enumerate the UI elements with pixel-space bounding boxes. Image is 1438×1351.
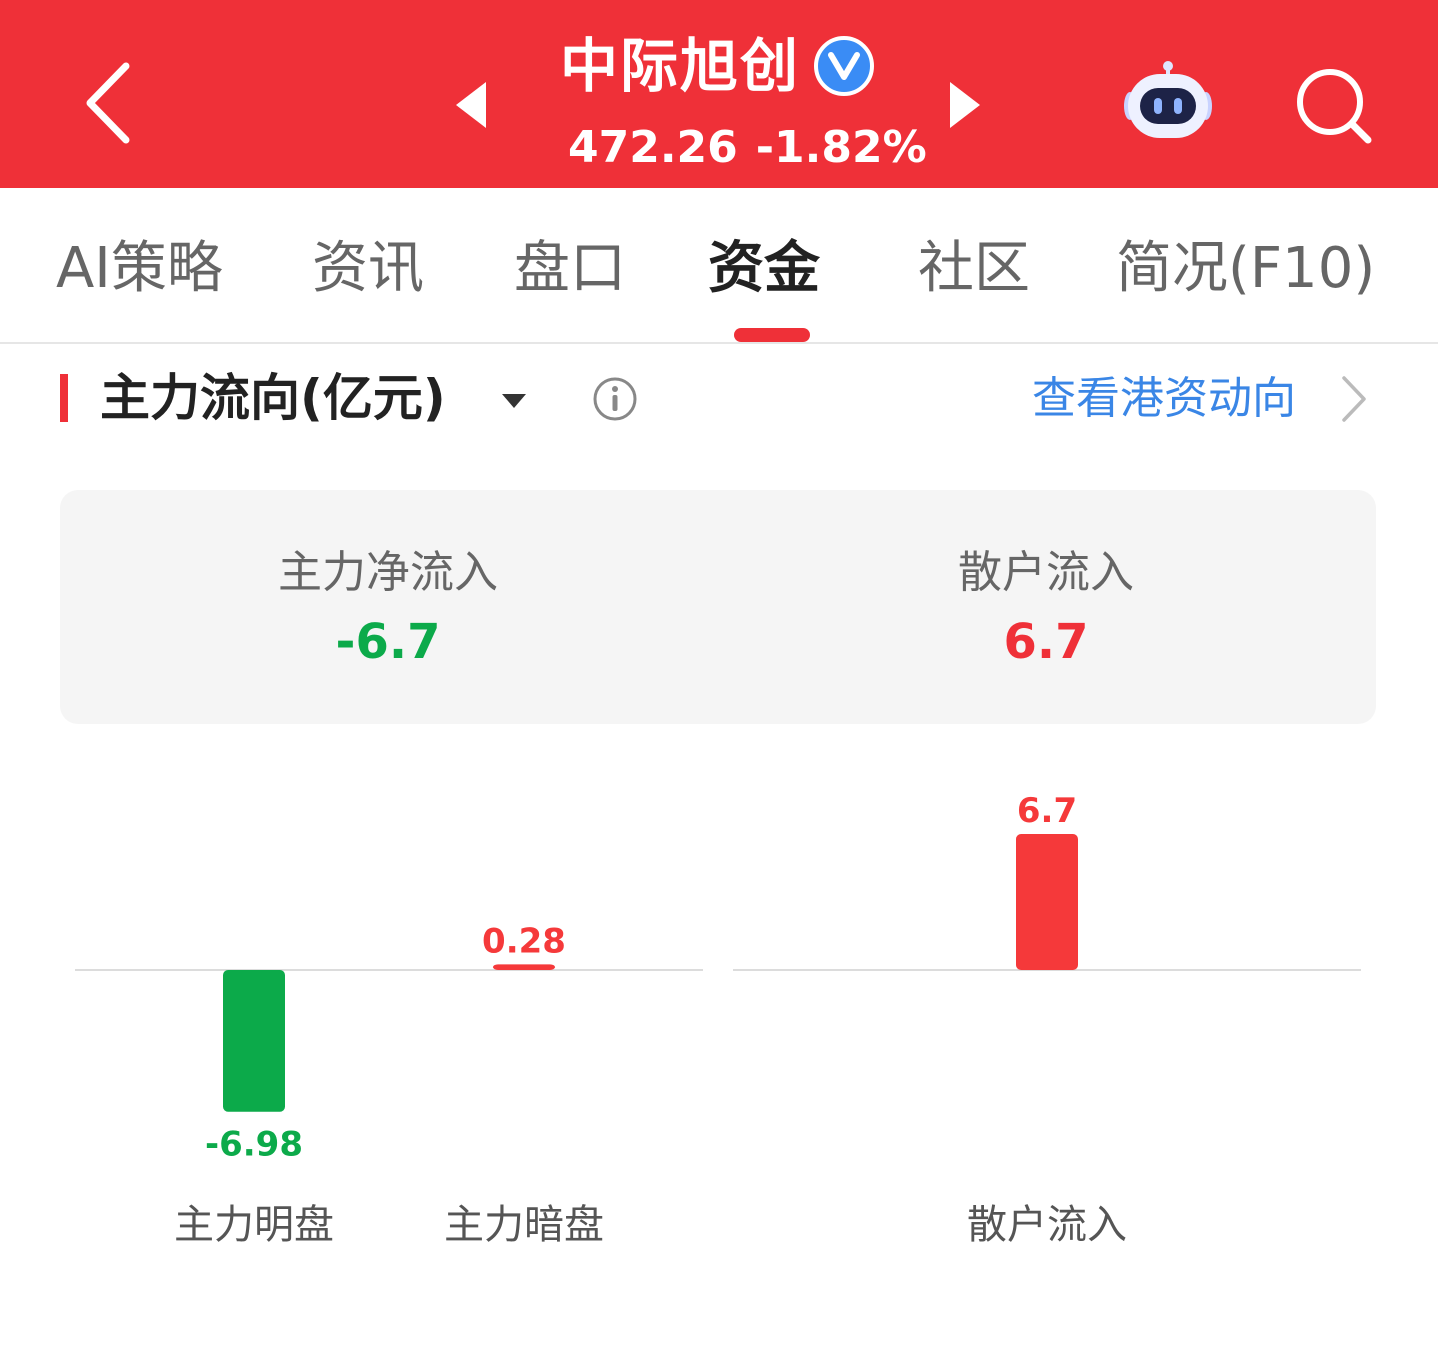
tab-ai-strategy[interactable]: AI策略 bbox=[56, 234, 223, 304]
tab-news[interactable]: 资讯 bbox=[312, 234, 424, 304]
category-label-3: 散户流入 bbox=[967, 1202, 1127, 1248]
bar-2 bbox=[493, 964, 555, 970]
next-stock-icon[interactable] bbox=[944, 78, 984, 132]
main-net-inflow-label: 主力净流入 bbox=[278, 547, 498, 598]
summary-card: 主力净流入 -6.7 散户流入 6.7 bbox=[60, 490, 1376, 724]
stock-price: 472.26 bbox=[568, 122, 738, 173]
main-net-inflow: 主力净流入 -6.7 bbox=[188, 544, 588, 674]
stock-quote: 472.26 -1.82% bbox=[568, 120, 927, 176]
bar-value-label-1: -6.98 bbox=[205, 1125, 303, 1165]
section-title[interactable]: 主力流向(亿元) bbox=[100, 366, 446, 430]
bar-value-label-3: 6.7 bbox=[1017, 791, 1077, 831]
category-label-2: 主力暗盘 bbox=[444, 1202, 604, 1248]
main-net-inflow-value: -6.7 bbox=[335, 614, 441, 670]
verified-icon bbox=[814, 36, 875, 96]
tab-order-book[interactable]: 盘口 bbox=[514, 234, 626, 304]
search-icon[interactable] bbox=[1294, 66, 1374, 146]
retail-inflow-value: 6.7 bbox=[1003, 614, 1089, 670]
chevron-right-icon[interactable] bbox=[1338, 374, 1368, 424]
back-icon[interactable] bbox=[70, 58, 150, 148]
tab-capital[interactable]: 资金 bbox=[708, 234, 820, 304]
bar-value-label-2: 0.28 bbox=[482, 921, 566, 961]
stock-header: 中际旭创 472.26 -1.82% bbox=[0, 0, 1438, 188]
retail-inflow: 散户流入 6.7 bbox=[846, 544, 1246, 674]
stock-name: 中际旭创 bbox=[560, 32, 801, 100]
section-accent-bar bbox=[60, 374, 68, 422]
tab-community[interactable]: 社区 bbox=[918, 234, 1030, 304]
stock-title: 中际旭创 bbox=[560, 28, 875, 104]
bar-3 bbox=[1016, 833, 1078, 970]
hk-capital-link[interactable]: 查看港资动向 bbox=[1032, 370, 1296, 428]
tab-bar: AI策略 资讯 盘口 资金 社区 简况(F10) bbox=[0, 188, 1438, 344]
category-label-1: 主力明盘 bbox=[174, 1202, 334, 1248]
retail-inflow-label: 散户流入 bbox=[958, 547, 1134, 598]
robot-assistant-icon[interactable] bbox=[1122, 60, 1214, 142]
active-tab-indicator bbox=[734, 328, 810, 342]
flow-bar-chart: -6.98 主力明盘 0.28 主力暗盘 6.7 散户流入 bbox=[75, 791, 1361, 1248]
tab-f10-profile[interactable]: 简况(F10) bbox=[1116, 234, 1375, 304]
stock-change-pct: -1.82% bbox=[755, 122, 927, 173]
caret-down-icon[interactable] bbox=[500, 390, 528, 410]
bar-1 bbox=[223, 970, 285, 1112]
prev-stock-icon[interactable] bbox=[452, 78, 492, 132]
info-icon[interactable] bbox=[592, 376, 638, 422]
